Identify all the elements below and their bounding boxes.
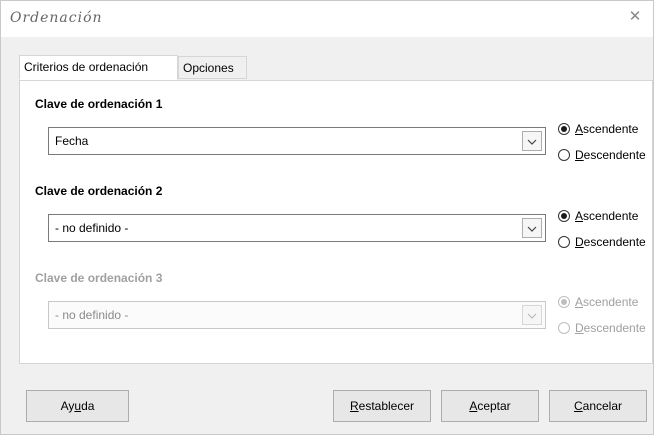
ok-button[interactable]: Aceptar: [441, 390, 539, 422]
close-icon[interactable]: ✕: [627, 9, 643, 25]
sort-key-2-select[interactable]: - no definido -: [48, 214, 546, 242]
tab-sort-criteria[interactable]: Criterios de ordenación: [19, 55, 178, 80]
title-bar: Ordenación ✕: [1, 1, 653, 37]
sort-key-1-value: Fecha: [55, 134, 89, 148]
radio-selected-icon: [558, 210, 570, 222]
sort-key-1-ascending-radio[interactable]: Ascendente: [558, 122, 638, 140]
tab-options[interactable]: Opciones: [178, 56, 247, 79]
dialog-title: Ordenación: [10, 10, 103, 26]
sort-key-3-select: - no definido -: [48, 301, 546, 329]
radio-unselected-icon: [558, 236, 570, 248]
sort-key-3-title: Clave de ordenación 3: [35, 271, 163, 285]
tab-options-label: Opciones: [183, 61, 234, 75]
radio-unselected-icon: [558, 149, 570, 161]
radio-unselected-icon: [558, 322, 570, 334]
help-button[interactable]: Ayuda: [26, 390, 129, 422]
sort-key-1-select[interactable]: Fecha: [48, 127, 546, 155]
sort-key-1-title: Clave de ordenación 1: [35, 97, 163, 111]
tab-sort-criteria-label: Criterios de ordenación: [24, 60, 149, 74]
sort-key-1-descending-radio[interactable]: Descendente: [558, 148, 646, 166]
cancel-button[interactable]: Cancelar: [549, 390, 647, 422]
radio-selected-icon: [558, 123, 570, 135]
sort-dialog: Ordenación ✕ Criterios de ordenación Opc…: [0, 0, 654, 435]
sort-criteria-panel: Clave de ordenación 1 Fecha Ascendente D…: [19, 80, 653, 364]
chevron-down-icon: [522, 305, 542, 325]
sort-key-2-title: Clave de ordenación 2: [35, 184, 163, 198]
sort-key-3-value: - no definido -: [55, 308, 129, 322]
chevron-down-icon[interactable]: [522, 131, 542, 151]
chevron-down-icon[interactable]: [522, 218, 542, 238]
sort-key-2-ascending-radio[interactable]: Ascendente: [558, 209, 638, 227]
sort-key-2-descending-radio[interactable]: Descendente: [558, 235, 646, 253]
sort-key-2-value: - no definido -: [55, 221, 129, 235]
radio-selected-icon: [558, 296, 570, 308]
sort-key-3-ascending-radio: Ascendente: [558, 295, 638, 313]
sort-key-3-descending-radio: Descendente: [558, 321, 646, 339]
reset-button[interactable]: Restablecer: [333, 390, 431, 422]
